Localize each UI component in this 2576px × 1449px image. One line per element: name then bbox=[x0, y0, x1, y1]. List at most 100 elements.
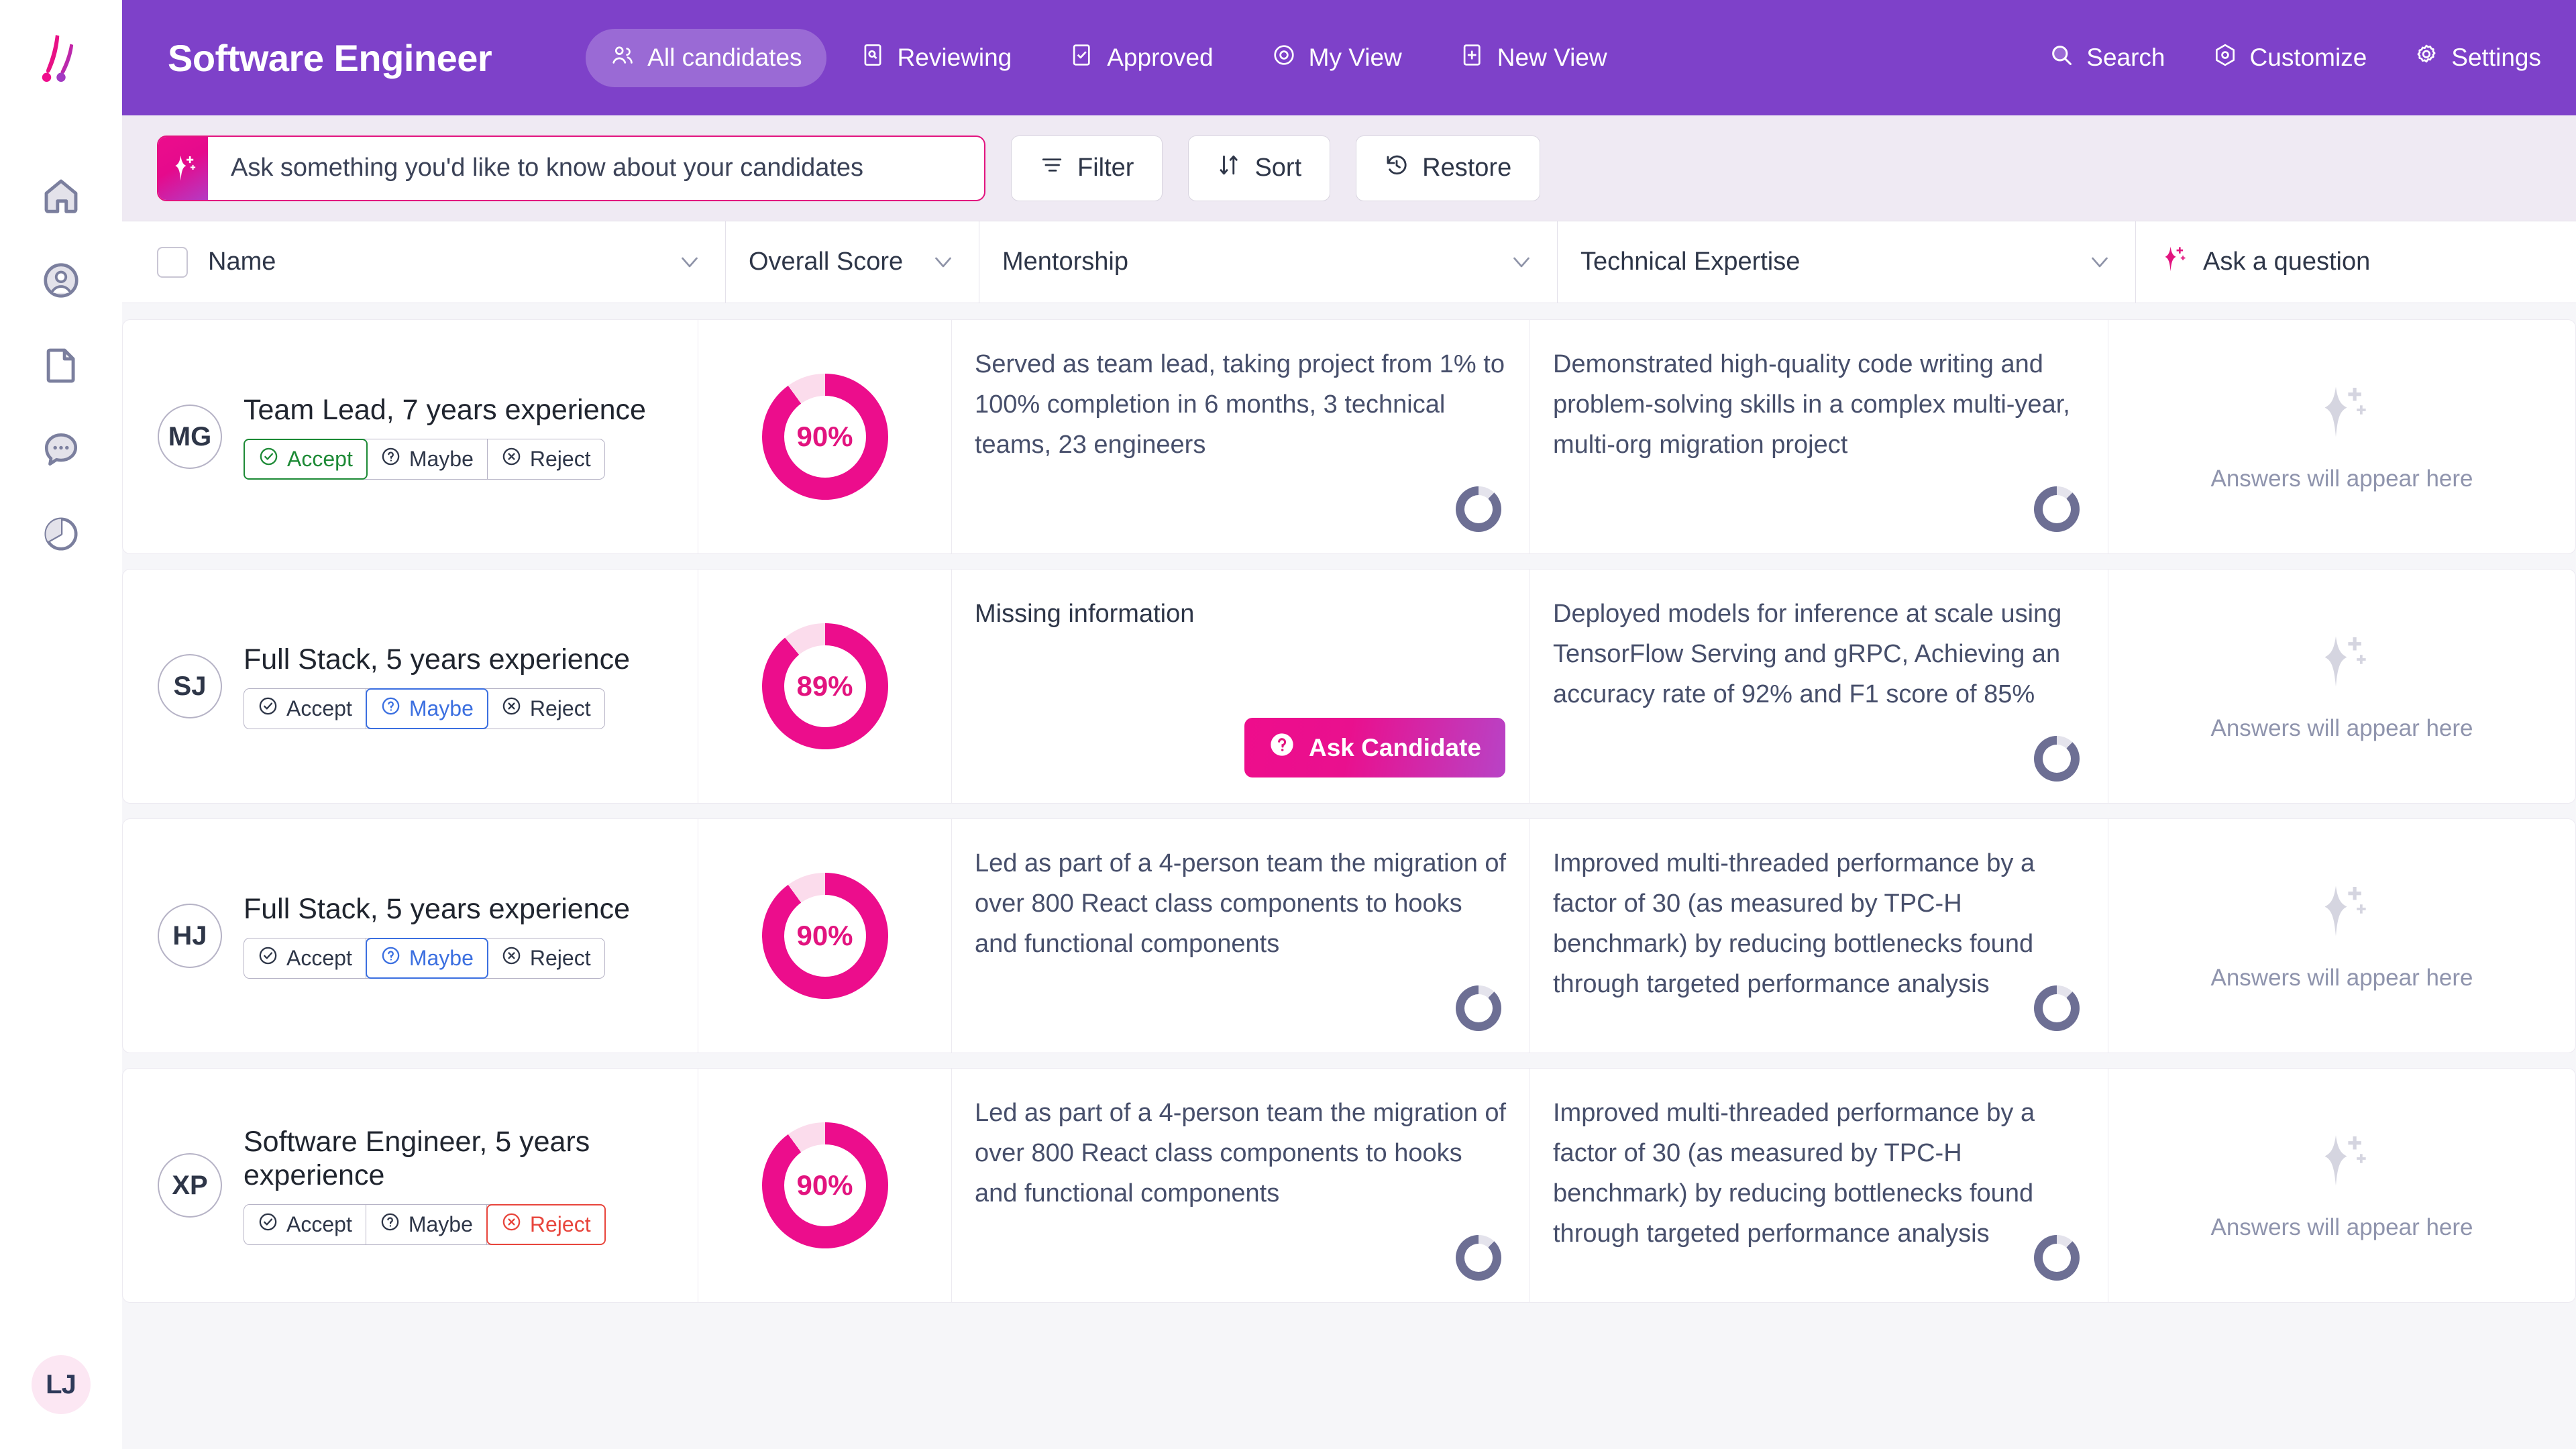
technical-text: Improved multi-threaded performance by a… bbox=[1553, 849, 2035, 999]
answer-placeholder-text: Answers will appear here bbox=[2210, 964, 2473, 991]
cell-ask-a-question[interactable]: Answers will appear here bbox=[2108, 1069, 2575, 1302]
loading-spinner-icon bbox=[2034, 736, 2080, 782]
eye-icon bbox=[1271, 42, 1297, 74]
score-donut-chart: 90% bbox=[761, 873, 888, 999]
button-label: Accept bbox=[287, 447, 353, 472]
cell-mentorship: Led as part of a 4-person team the migra… bbox=[952, 819, 1530, 1053]
question-circle-icon bbox=[380, 1212, 400, 1238]
left-sidebar: LJ bbox=[0, 0, 122, 1449]
cell-name: HJ Full Stack, 5 years experience Accept… bbox=[123, 819, 698, 1053]
sparkle-icon bbox=[158, 136, 208, 200]
maybe-button[interactable]: Maybe bbox=[365, 688, 488, 730]
chevron-down-icon[interactable] bbox=[677, 254, 702, 270]
sidebar-item-analytics[interactable] bbox=[38, 511, 84, 557]
score-value: 90% bbox=[796, 920, 853, 951]
decision-toggle-group: Accept Maybe Reject bbox=[244, 439, 605, 480]
column-label: Ask a question bbox=[2203, 248, 2371, 276]
question-circle-icon bbox=[380, 945, 401, 971]
candidate-name: Team Lead, 7 years experience bbox=[244, 393, 646, 426]
reject-button[interactable]: Reject bbox=[488, 689, 604, 729]
button-label: Maybe bbox=[408, 1212, 473, 1236]
maybe-button[interactable]: Maybe bbox=[365, 938, 488, 979]
button-label: Filter bbox=[1077, 154, 1134, 182]
question-circle-icon bbox=[380, 696, 401, 722]
page-title: Software Engineer bbox=[168, 36, 492, 79]
button-label: Sort bbox=[1254, 154, 1302, 182]
sidebar-item-messages[interactable] bbox=[38, 427, 84, 472]
sidebar-item-profile[interactable] bbox=[38, 258, 84, 303]
reject-button[interactable]: Reject bbox=[488, 439, 604, 479]
close-circle-icon bbox=[501, 446, 522, 472]
gear-icon bbox=[2414, 42, 2439, 74]
sidebar-item-documents[interactable] bbox=[38, 342, 84, 388]
reject-button[interactable]: Reject bbox=[486, 1203, 606, 1245]
answer-placeholder-text: Answers will appear here bbox=[2210, 1214, 2473, 1240]
column-header-overall-score[interactable]: Overall Score bbox=[726, 221, 979, 303]
button-label: Reject bbox=[529, 1212, 591, 1236]
sidebar-item-home[interactable] bbox=[38, 173, 84, 219]
tab-approved[interactable]: Approved bbox=[1045, 29, 1237, 87]
button-label: Accept bbox=[286, 946, 352, 971]
tab-label: My View bbox=[1308, 44, 1402, 71]
accept-button[interactable]: Accept bbox=[244, 938, 366, 979]
settings-button[interactable]: Settings bbox=[2414, 42, 2541, 74]
search-input[interactable] bbox=[208, 136, 984, 200]
button-label: Reject bbox=[529, 946, 591, 971]
cell-ask-a-question[interactable]: Answers will appear here bbox=[2108, 819, 2575, 1053]
search-button[interactable]: Search bbox=[2049, 42, 2165, 74]
table-header-row: Name Overall Score Mentorship Technical … bbox=[122, 221, 2576, 303]
cell-ask-a-question[interactable]: Answers will appear here bbox=[2108, 320, 2575, 553]
avatar[interactable]: LJ bbox=[31, 1355, 91, 1414]
score-value: 89% bbox=[796, 670, 853, 702]
sparkle-icon bbox=[2159, 244, 2188, 280]
candidate-name: Full Stack, 5 years experience bbox=[244, 892, 630, 925]
cell-technical-expertise: Improved multi-threaded performance by a… bbox=[1530, 1069, 2108, 1302]
score-value: 90% bbox=[796, 1169, 853, 1201]
accept-button[interactable]: Accept bbox=[244, 1204, 366, 1244]
candidates-table-body[interactable]: MG Team Lead, 7 years experience Accept … bbox=[122, 303, 2576, 1449]
cell-ask-a-question[interactable]: Answers will appear here bbox=[2108, 570, 2575, 803]
answer-placeholder: Answers will appear here bbox=[2210, 382, 2473, 492]
chevron-down-icon[interactable] bbox=[1509, 254, 1534, 270]
mentorship-text: Led as part of a 4-person team the migra… bbox=[975, 849, 1507, 959]
chevron-down-icon[interactable] bbox=[2087, 254, 2112, 270]
technical-text: Demonstrated high-quality code writing a… bbox=[1553, 350, 2070, 460]
loading-spinner-icon bbox=[2034, 486, 2080, 532]
maybe-button[interactable]: Maybe bbox=[367, 439, 488, 480]
tab-my-view[interactable]: My View bbox=[1247, 29, 1426, 87]
sparkle-icon bbox=[2312, 631, 2372, 695]
table-row[interactable]: MG Team Lead, 7 years experience Accept … bbox=[122, 319, 2576, 554]
accept-button[interactable]: Accept bbox=[244, 689, 366, 729]
answer-placeholder: Answers will appear here bbox=[2210, 1130, 2473, 1241]
column-header-mentorship[interactable]: Mentorship bbox=[979, 221, 1558, 303]
tab-label: Approved bbox=[1107, 44, 1214, 71]
ai-search-box[interactable] bbox=[157, 135, 985, 201]
filter-button[interactable]: Filter bbox=[1011, 135, 1163, 201]
table-row[interactable]: SJ Full Stack, 5 years experience Accept… bbox=[122, 569, 2576, 804]
ask-candidate-button[interactable]: Ask Candidate bbox=[1244, 718, 1505, 777]
cell-overall-score: 90% bbox=[698, 320, 952, 553]
reject-button[interactable]: Reject bbox=[488, 938, 604, 978]
cell-technical-expertise: Demonstrated high-quality code writing a… bbox=[1530, 320, 2108, 553]
action-label: Search bbox=[2086, 44, 2165, 71]
button-label: Maybe bbox=[409, 447, 474, 472]
column-header-ask-a-question[interactable]: Ask a question bbox=[2136, 221, 2576, 303]
sort-button[interactable]: Sort bbox=[1188, 135, 1331, 201]
mentorship-text: Led as part of a 4-person team the migra… bbox=[975, 1099, 1507, 1208]
search-icon bbox=[2049, 42, 2074, 74]
tab-reviewing[interactable]: Reviewing bbox=[836, 29, 1036, 87]
restore-button[interactable]: Restore bbox=[1356, 135, 1541, 201]
table-row[interactable]: XP Software Engineer, 5 years experience… bbox=[122, 1068, 2576, 1303]
tab-all-candidates[interactable]: All candidates bbox=[586, 28, 826, 87]
column-header-technical-expertise[interactable]: Technical Expertise bbox=[1558, 221, 2136, 303]
select-all-checkbox[interactable] bbox=[157, 246, 188, 278]
accept-button[interactable]: Accept bbox=[244, 439, 368, 480]
tab-new-view[interactable]: New View bbox=[1436, 29, 1631, 87]
customize-button[interactable]: Customize bbox=[2212, 42, 2367, 74]
maybe-button[interactable]: Maybe bbox=[366, 1204, 487, 1244]
column-header-name[interactable]: Name bbox=[122, 221, 726, 303]
table-row[interactable]: HJ Full Stack, 5 years experience Accept… bbox=[122, 818, 2576, 1053]
chevron-down-icon[interactable] bbox=[930, 254, 956, 270]
brand-logo[interactable] bbox=[32, 30, 90, 87]
score-donut-chart: 90% bbox=[761, 374, 888, 500]
